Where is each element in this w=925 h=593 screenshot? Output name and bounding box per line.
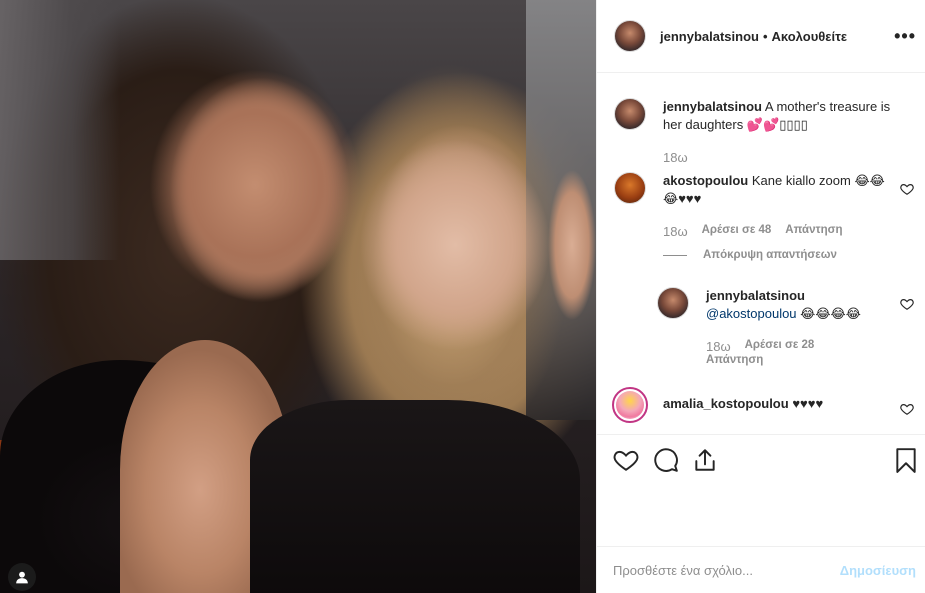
post-actions [597,434,925,486]
reply-text: jennybalatsinou @akostopoulou 😂😂😂😂 [706,287,895,323]
caption: jennybalatsinou A mother's treasure is h… [614,98,914,168]
avatar[interactable] [614,98,646,130]
post-side-panel: jennybalatsinou • Ακολουθείτε ••• jennyb… [596,0,925,593]
comment-username[interactable]: amalia_kostopoulou [663,396,789,411]
reply-username[interactable]: jennybalatsinou [706,288,805,303]
comment-item: amalia_kostopoulou ♥♥♥♥ [612,387,914,435]
reply-likes[interactable]: Αρέσει σε 28 [745,339,815,354]
comment-meta: 18ω Αρέσει σε 48 Απάντηση [663,224,843,239]
hide-replies-label: Απόκρυψη απαντήσεων [703,249,837,261]
bookmark-icon[interactable] [893,447,919,473]
avatar[interactable] [657,287,689,319]
comment-icon[interactable] [653,447,679,473]
comment-item: akostopoulou Kane kiallo zoom 😂😂😂♥♥♥ 18ω… [614,172,914,244]
more-options-icon[interactable]: ••• [894,26,916,47]
caption-text: jennybalatsinou A mother's treasure is h… [663,98,895,134]
avatar-image [616,391,644,419]
reply-button[interactable]: Απάντηση [706,354,763,366]
post-comment-button[interactable]: Δημοσίευση [840,563,916,578]
share-icon[interactable] [692,447,718,473]
photo-detail [360,140,550,350]
like-comment-heart-icon[interactable] [900,182,914,196]
photo-detail [548,170,596,320]
comment-likes[interactable]: Αρέσει σε 48 [702,224,772,239]
photo-detail [250,400,580,593]
avatar[interactable] [614,20,646,52]
comment-input[interactable] [613,562,828,578]
like-comment-heart-icon[interactable] [900,402,914,416]
reply-meta: 18ω Αρέσει σε 28 Απάντηση [706,339,856,366]
caption-username[interactable]: jennybalatsinou [663,99,762,114]
avatar[interactable] [612,387,648,423]
author-username[interactable]: jennybalatsinou [660,29,759,44]
tagged-users-button[interactable] [8,563,36,591]
user-icon [16,571,28,584]
caption-meta: 18ω [663,150,688,165]
comment-text: amalia_kostopoulou ♥♥♥♥ [663,395,895,413]
photo-background [0,0,120,260]
reply-button[interactable]: Απάντηση [785,224,842,239]
mention-link[interactable]: @akostopoulou [706,306,797,321]
comments-list[interactable]: jennybalatsinou A mother's treasure is h… [597,74,925,435]
comment-body: ♥♥♥♥ [792,396,824,411]
follow-button[interactable]: Ακολουθείτε [772,29,848,44]
add-comment-bar: Δημοσίευση [597,546,925,593]
separator-dot: • [762,28,768,44]
comment-username[interactable]: akostopoulou [663,173,748,188]
reply-timestamp[interactable]: 18ω [706,339,731,354]
like-comment-heart-icon[interactable] [900,297,914,311]
heart-icon[interactable] [613,447,639,473]
caption-timestamp[interactable]: 18ω [663,150,688,165]
post-photo[interactable] [0,0,596,593]
reply-body: 😂😂😂😂 [800,306,861,321]
divider [663,254,687,256]
comment-text: akostopoulou Kane kiallo zoom 😂😂😂♥♥♥ [663,172,895,208]
reply-item: jennybalatsinou @akostopoulou 😂😂😂😂 18ω Α… [657,287,914,377]
comment-timestamp[interactable]: 18ω [663,224,688,239]
hide-replies-button[interactable]: Απόκρυψη απαντήσεων [663,249,837,261]
post-header: jennybalatsinou • Ακολουθείτε ••• [597,0,925,73]
avatar[interactable] [614,172,646,204]
